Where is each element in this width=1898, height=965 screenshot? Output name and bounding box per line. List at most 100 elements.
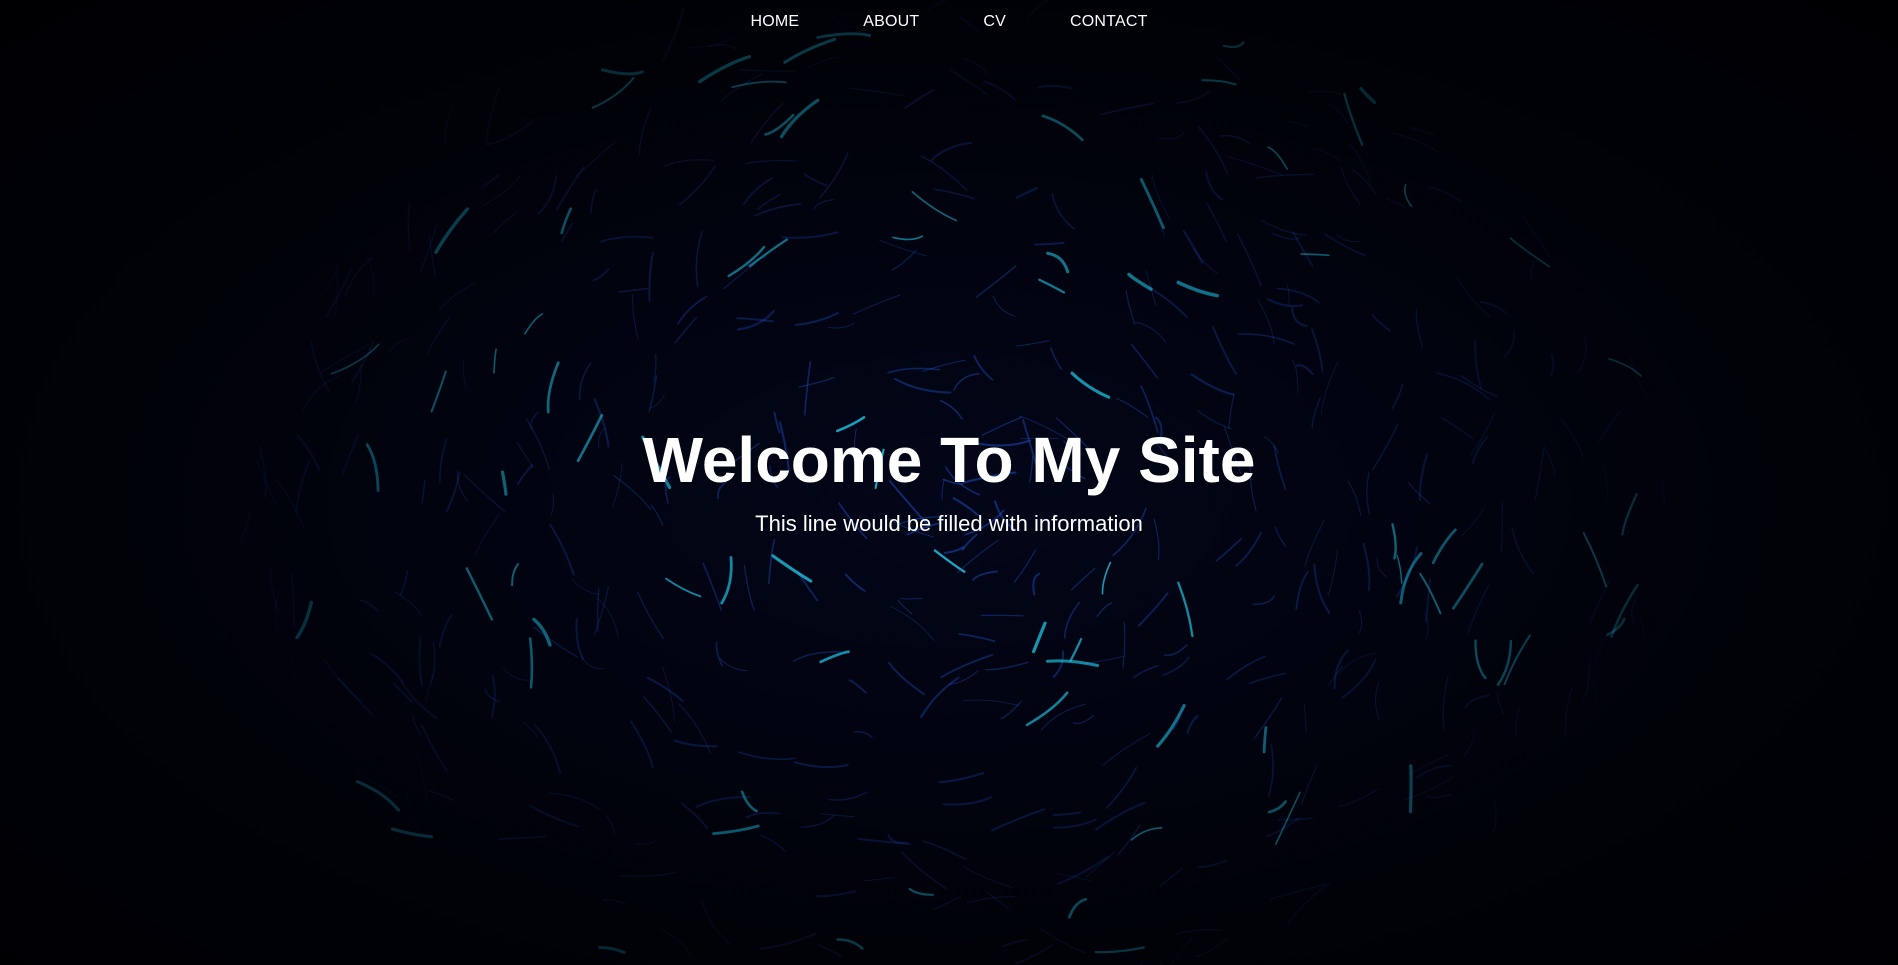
nav-cv-link[interactable]: CV — [983, 13, 1006, 31]
light-streak — [813, 199, 834, 210]
light-streak — [985, 661, 1029, 671]
light-streak — [844, 573, 866, 592]
light-streak — [504, 115, 562, 120]
light-streak — [416, 754, 428, 805]
light-streak — [893, 377, 952, 394]
light-streak — [1509, 237, 1551, 268]
light-streak — [1308, 90, 1342, 95]
light-streak — [1040, 703, 1086, 731]
light-streak — [1122, 621, 1126, 668]
light-streak — [1391, 383, 1404, 410]
light-streak — [836, 938, 864, 950]
light-streak — [1303, 703, 1307, 733]
light-streak — [1033, 241, 1065, 246]
light-streak — [596, 587, 600, 633]
light-streak — [598, 945, 626, 954]
light-streak — [958, 632, 996, 642]
light-streak — [359, 599, 379, 612]
light-streak — [1158, 131, 1185, 140]
light-streak — [1456, 277, 1491, 318]
nav-about-link[interactable]: ABOUT — [863, 13, 919, 31]
light-streak — [1117, 825, 1141, 856]
light-streak — [1442, 675, 1449, 731]
light-streak — [921, 359, 966, 372]
light-streak — [1046, 659, 1100, 667]
light-streak — [1358, 610, 1363, 634]
light-streak — [933, 549, 966, 573]
light-streak — [1452, 562, 1484, 610]
light-streak — [892, 235, 924, 241]
light-streak — [737, 751, 796, 761]
light-streak — [1351, 168, 1377, 195]
light-streak — [632, 294, 639, 339]
light-streak — [1267, 146, 1289, 170]
light-streak — [963, 57, 988, 75]
light-streak — [1139, 178, 1165, 230]
light-streak — [1593, 678, 1599, 707]
light-streak — [1253, 697, 1283, 740]
light-streak — [1013, 548, 1037, 583]
light-streak — [1130, 343, 1158, 379]
light-streak — [369, 652, 405, 684]
light-streak — [1291, 307, 1308, 328]
light-streak — [444, 105, 454, 142]
light-streak — [975, 265, 1017, 299]
nav-home-link[interactable]: HOME — [750, 13, 799, 31]
light-streak — [1198, 859, 1228, 869]
light-streak — [591, 76, 635, 109]
light-streak — [638, 107, 652, 156]
light-streak — [484, 87, 501, 145]
light-streak — [1137, 592, 1169, 627]
light-streak — [634, 839, 656, 845]
light-streak — [1211, 325, 1238, 375]
light-streak — [1226, 655, 1266, 680]
light-streak — [745, 812, 781, 819]
light-streak — [715, 641, 723, 667]
light-streak — [1428, 186, 1462, 203]
light-streak — [794, 312, 839, 327]
light-streak — [743, 564, 755, 611]
light-streak — [1630, 599, 1637, 626]
light-streak — [1266, 298, 1304, 308]
light-streak — [1261, 220, 1308, 237]
light-streak — [1032, 572, 1041, 596]
light-streak — [932, 896, 962, 911]
light-streak — [719, 657, 748, 672]
light-streak — [1096, 602, 1113, 617]
light-streak — [798, 376, 836, 388]
light-streak — [1376, 557, 1388, 578]
light-streak — [1371, 313, 1391, 332]
light-streak — [1386, 198, 1407, 208]
light-streak — [390, 827, 433, 839]
light-streak — [767, 538, 776, 585]
light-streak — [1320, 362, 1338, 415]
light-streak — [1375, 681, 1380, 720]
light-streak — [1295, 364, 1314, 376]
light-streak — [1151, 173, 1172, 221]
light-streak — [1001, 939, 1028, 948]
light-streak — [1130, 826, 1163, 841]
light-streak — [462, 360, 467, 390]
light-streak — [529, 804, 580, 828]
nav-contact-link[interactable]: CONTACT — [1070, 13, 1148, 31]
page: HOME ABOUT CV CONTACT Welcome To My Site… — [0, 0, 1898, 965]
light-streak — [673, 739, 718, 748]
light-streak — [1359, 86, 1377, 105]
light-streak — [593, 586, 610, 636]
hero-title: Welcome To My Site — [642, 424, 1256, 496]
light-streak — [581, 656, 604, 670]
light-streak — [325, 267, 353, 318]
light-streak — [1496, 639, 1513, 686]
light-streak — [992, 295, 1015, 317]
light-streak — [803, 173, 828, 187]
light-streak — [972, 570, 999, 581]
light-streak — [1323, 233, 1366, 256]
light-streak — [828, 791, 868, 801]
light-streak — [600, 235, 654, 243]
light-streak — [481, 175, 521, 207]
light-streak — [1156, 704, 1186, 748]
light-streak — [1216, 56, 1241, 80]
light-streak — [502, 667, 530, 681]
light-streak — [310, 341, 331, 394]
light-streak — [1053, 818, 1097, 829]
